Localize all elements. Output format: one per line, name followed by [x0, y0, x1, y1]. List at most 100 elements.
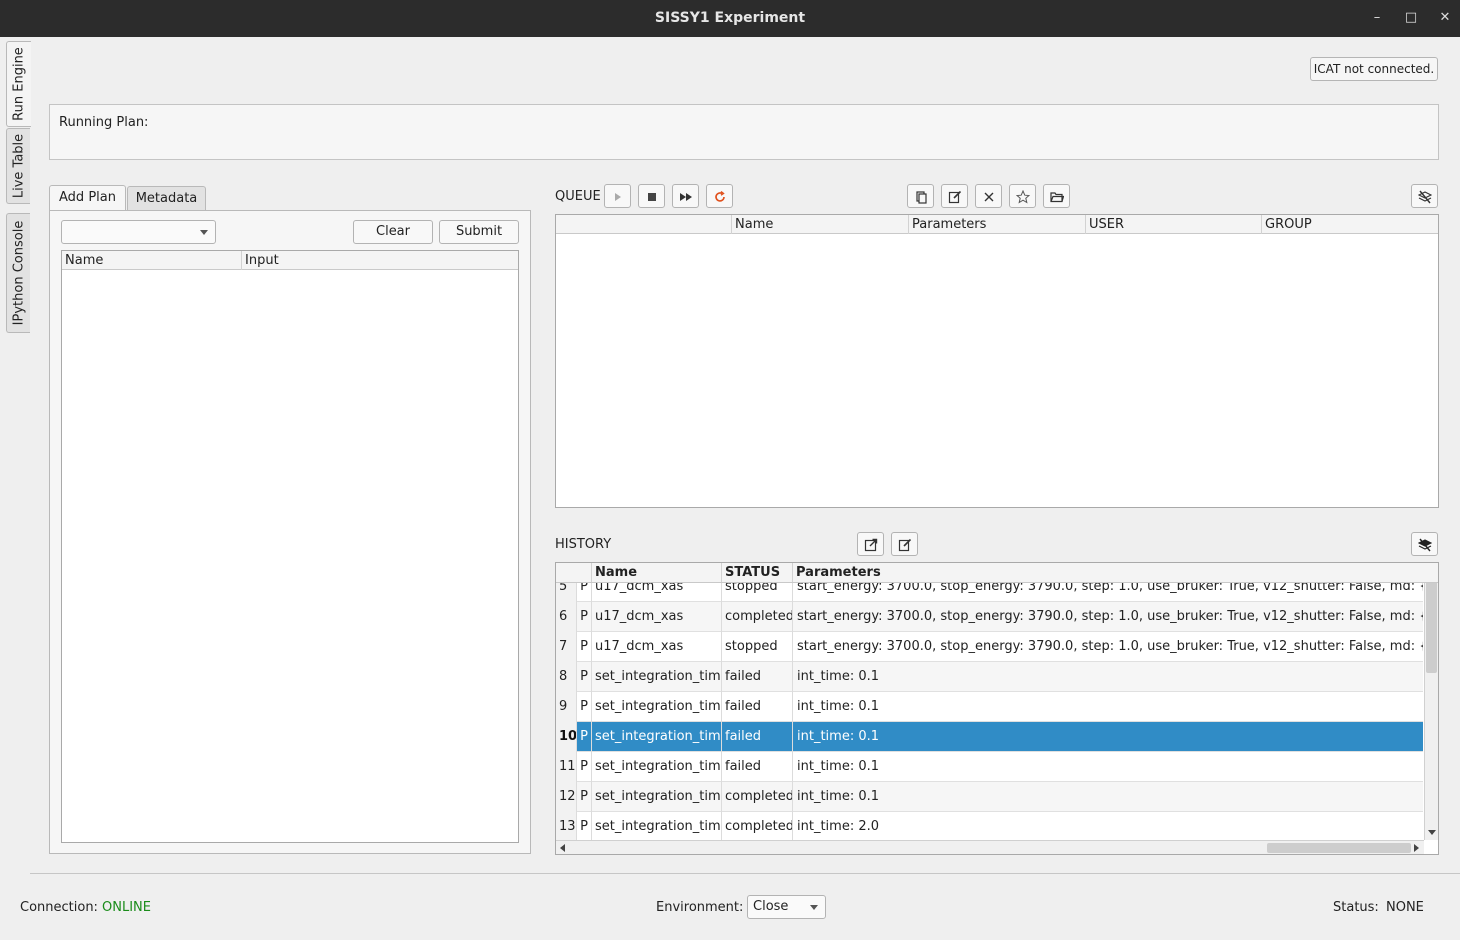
history-row[interactable]: 10 Pset_integration_time failed int_time: 0… [556, 722, 1423, 752]
row-parameters: int_time: 0.1 [797, 669, 880, 684]
history-filter-button[interactable] [1411, 532, 1438, 556]
external-link-icon [864, 538, 878, 552]
plan-select-dropdown[interactable] [61, 220, 216, 244]
tab-run-engine[interactable]: Run Engine [6, 41, 31, 127]
column-header-queue-group[interactable]: GROUP [1262, 215, 1438, 234]
history-export-button[interactable] [857, 532, 884, 556]
icat-status-button[interactable]: ICAT not connected. [1310, 57, 1438, 81]
vertical-scrollbar-thumb[interactable] [1426, 577, 1437, 673]
edit-icon [948, 190, 962, 204]
row-number: 13 [556, 812, 577, 840]
history-edit-button[interactable] [891, 532, 918, 556]
queue-filter-button[interactable] [1411, 184, 1438, 208]
favorite-button[interactable] [1009, 184, 1036, 208]
history-row[interactable]: 9 Pset_integration_time failed int_time: 0.… [556, 692, 1423, 722]
row-plan-type: P [577, 632, 592, 662]
minimize-icon[interactable]: – [1368, 9, 1386, 27]
row-status: failed [722, 692, 793, 722]
tab-add-plan[interactable]: Add Plan [49, 185, 126, 211]
tab-live-table[interactable]: Live Table [6, 128, 30, 204]
tab-live-table-label: Live Table [11, 133, 26, 199]
row-number: 12 [556, 782, 577, 812]
row-plan-name: set_integration_time [592, 752, 722, 782]
row-plan-name: u17_dcm_xas [592, 583, 722, 602]
fast-forward-icon [680, 193, 692, 201]
delete-button[interactable] [975, 184, 1002, 208]
running-plan-label: Running Plan: [59, 115, 149, 130]
chevron-down-icon [200, 230, 208, 235]
history-row[interactable]: 11 Pset_integration_time failed int_time: 0… [556, 752, 1423, 782]
row-status: completed [722, 782, 793, 812]
tab-metadata[interactable]: Metadata [127, 186, 206, 211]
column-header-queue-parameters[interactable]: Parameters [909, 215, 1086, 234]
column-header-history-status[interactable]: STATUS [722, 563, 793, 582]
submit-button[interactable]: Submit [439, 220, 519, 244]
row-status: failed [722, 722, 793, 752]
refresh-button[interactable] [706, 184, 733, 208]
history-row[interactable]: 6 Pu17_dcm_xas completed start_energy: 3700… [556, 602, 1423, 632]
row-plan-name: set_integration_time [592, 692, 722, 722]
open-folder-button[interactable] [1043, 184, 1070, 208]
row-number: 10 [556, 722, 577, 752]
row-parameters: int_time: 0.1 [797, 729, 880, 744]
status-bar: Connection: ONLINE Environment: Close St… [0, 875, 1460, 940]
row-parameters: start_energy: 3700.0, stop_energy: 3790.… [797, 583, 1423, 594]
plan-parameters-table[interactable]: Name Input [61, 250, 519, 843]
maximize-icon[interactable]: □ [1402, 9, 1420, 27]
chevron-down-icon [810, 905, 818, 910]
scroll-down-icon[interactable] [1428, 830, 1436, 835]
environment-label: Environment: [656, 900, 744, 915]
history-row[interactable]: 13 Pset_integration_time completed int_time… [556, 812, 1423, 840]
scroll-left-icon[interactable] [560, 844, 565, 852]
row-parameters: int_time: 0.1 [797, 699, 880, 714]
clear-button[interactable]: Clear [353, 220, 433, 244]
row-plan-type: P [577, 722, 592, 752]
row-status: stopped [722, 632, 793, 662]
history-table[interactable]: Name STATUS Parameters 5 Pu17_dcm_xas stop… [555, 562, 1439, 855]
row-plan-type: P [577, 812, 592, 840]
row-plan-type: P [577, 602, 592, 632]
row-number: 5 [556, 583, 577, 602]
row-status: failed [722, 662, 793, 692]
column-header-queue-index[interactable] [556, 215, 732, 234]
history-row[interactable]: 8 Pset_integration_time failed int_time: 0.… [556, 662, 1423, 692]
play-button[interactable] [604, 184, 631, 208]
row-parameters: int_time: 0.1 [797, 789, 880, 804]
horizontal-scrollbar-thumb[interactable] [1267, 843, 1411, 853]
tab-run-engine-label: Run Engine [11, 47, 27, 121]
column-header-history-corner [556, 563, 592, 582]
column-header-history-name[interactable]: Name [592, 563, 722, 582]
delete-icon [984, 192, 994, 202]
history-horizontal-scrollbar[interactable] [556, 840, 1424, 854]
row-plan-type: P [577, 782, 592, 812]
history-row[interactable]: 5 Pu17_dcm_xas stopped start_energy: 3700.0… [556, 583, 1423, 602]
queue-table[interactable]: Name Parameters USER GROUP [555, 214, 1439, 508]
layers-off-icon [1418, 538, 1432, 552]
tab-ipython-console[interactable]: IPython Console [6, 213, 30, 333]
row-number: 11 [556, 752, 577, 782]
column-header-queue-name[interactable]: Name [732, 215, 909, 234]
row-plan-type: P [577, 583, 592, 602]
folder-open-icon [1050, 192, 1064, 203]
close-icon[interactable]: ✕ [1436, 9, 1454, 27]
edit-icon [898, 538, 912, 552]
history-row[interactable]: 7 Pu17_dcm_xas stopped start_energy: 3700.0… [556, 632, 1423, 662]
connection-status-value: ONLINE [102, 900, 151, 915]
column-header-history-parameters[interactable]: Parameters [793, 563, 1423, 582]
environment-value: Close [753, 899, 789, 914]
environment-dropdown[interactable]: Close [747, 895, 826, 919]
column-header-queue-user[interactable]: USER [1086, 215, 1262, 234]
history-row[interactable]: 12 Pset_integration_time completed int_time… [556, 782, 1423, 812]
fast-forward-button[interactable] [672, 184, 699, 208]
column-header-name[interactable]: Name [62, 251, 242, 270]
row-number: 6 [556, 602, 577, 632]
stop-button[interactable] [638, 184, 665, 208]
row-plan-name: set_integration_time [592, 812, 722, 840]
copy-button[interactable] [907, 184, 934, 208]
history-vertical-scrollbar[interactable] [1424, 563, 1438, 840]
column-header-input[interactable]: Input [242, 251, 518, 270]
row-parameters: start_energy: 3700.0, stop_energy: 3790.… [797, 609, 1423, 624]
edit-button[interactable] [941, 184, 968, 208]
scroll-right-icon[interactable] [1414, 844, 1419, 852]
row-plan-name: set_integration_time [592, 662, 722, 692]
